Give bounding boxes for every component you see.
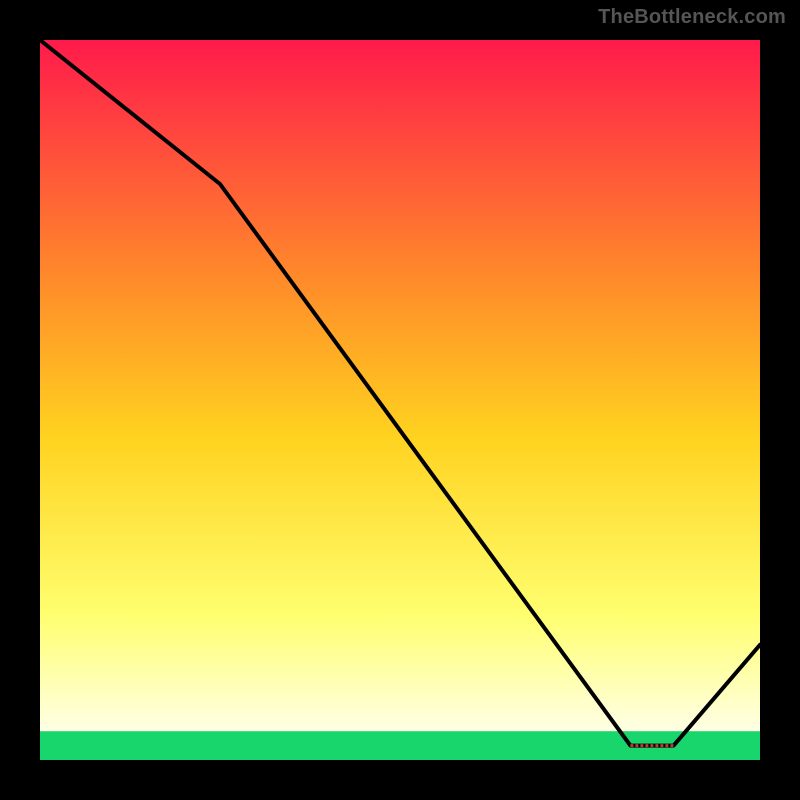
attribution-text: TheBottleneck.com — [598, 6, 786, 29]
heat-gradient — [40, 40, 760, 760]
bottleneck-chart — [40, 40, 760, 760]
